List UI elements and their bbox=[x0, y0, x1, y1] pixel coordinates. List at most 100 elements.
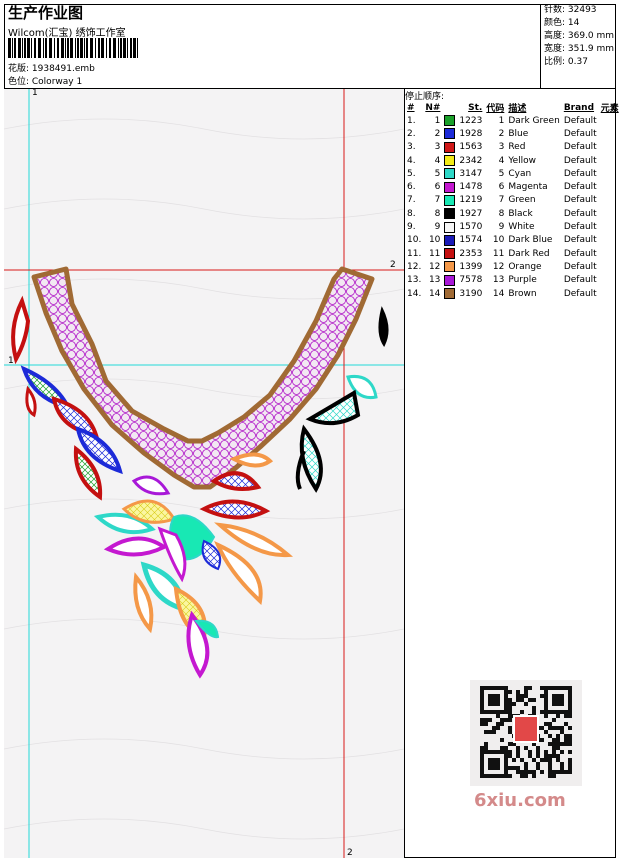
color-swatch bbox=[444, 168, 456, 180]
table-row: 9. 9 1570 9 White Default bbox=[405, 220, 620, 233]
row-code: 12 bbox=[492, 261, 505, 272]
row-idx: 12. bbox=[407, 261, 422, 272]
row-desc: Magenta bbox=[508, 182, 548, 193]
color-swatch bbox=[444, 155, 456, 167]
row-n: 6 bbox=[434, 182, 441, 193]
design-canvas[interactable]: 1 1 2 2 1 2 bbox=[4, 89, 404, 858]
embroidery-preview: 1 1 2 2 bbox=[4, 89, 404, 858]
row-st: 1478 bbox=[459, 182, 483, 193]
col-desc: 描述 bbox=[508, 104, 527, 114]
barcode bbox=[8, 38, 138, 58]
row-swatch bbox=[442, 234, 457, 247]
row-code: 8 bbox=[498, 208, 505, 219]
row-swatch bbox=[442, 114, 457, 127]
col-element: 元素 bbox=[600, 104, 619, 114]
row-desc: Cyan bbox=[508, 168, 532, 179]
row-idx: 4. bbox=[407, 155, 416, 166]
row-swatch bbox=[442, 247, 457, 260]
row-st: 3190 bbox=[459, 288, 483, 299]
watermark-text: 6xiu.com bbox=[474, 790, 566, 811]
row-brand: Default bbox=[563, 182, 597, 193]
thread-table: # N# St. 代码 描述 Brand 元素 1. 1 1223 1 Dark Gre… bbox=[405, 101, 620, 300]
row-n: 4 bbox=[434, 155, 441, 166]
row-element bbox=[599, 260, 620, 273]
color-swatch bbox=[444, 115, 456, 127]
row-st: 1570 bbox=[459, 222, 483, 233]
row-desc: Brown bbox=[508, 288, 537, 299]
row-n: 12 bbox=[428, 261, 441, 272]
row-n: 10 bbox=[428, 235, 441, 246]
row-code: 5 bbox=[498, 168, 505, 179]
row-brand: Default bbox=[563, 168, 597, 179]
row-element bbox=[599, 287, 620, 300]
row-desc: Red bbox=[508, 142, 526, 153]
row-element bbox=[599, 167, 620, 180]
row-element bbox=[599, 247, 620, 260]
table-row: 14. 14 3190 14 Brown Default bbox=[405, 287, 620, 300]
colorway-label: 色位: Colorway 1 bbox=[8, 77, 83, 87]
row-st: 2353 bbox=[459, 248, 483, 259]
row-swatch bbox=[442, 154, 457, 167]
row-idx: 10. bbox=[407, 235, 422, 246]
col-idx: # bbox=[407, 102, 415, 113]
row-idx: 2. bbox=[407, 128, 416, 139]
table-row: 2. 2 1928 2 Blue Default bbox=[405, 127, 620, 140]
svg-text:1: 1 bbox=[8, 356, 14, 366]
row-code: 2 bbox=[498, 128, 505, 139]
row-idx: 3. bbox=[407, 142, 416, 153]
row-st: 3147 bbox=[459, 168, 483, 179]
row-swatch bbox=[442, 220, 457, 233]
row-brand: Default bbox=[563, 128, 597, 139]
row-swatch bbox=[442, 207, 457, 220]
studio-subtitle: Wilcom(汇宝) 绣饰工作室 bbox=[8, 28, 126, 39]
row-idx: 13. bbox=[407, 275, 422, 286]
row-brand: Default bbox=[563, 222, 597, 233]
row-brand: Default bbox=[563, 208, 597, 219]
stitch-count: 针数: 32493 bbox=[544, 5, 597, 15]
row-st: 1928 bbox=[459, 128, 483, 139]
row-brand: Default bbox=[563, 261, 597, 272]
row-element bbox=[599, 234, 620, 247]
row-code: 4 bbox=[498, 155, 505, 166]
color-swatch bbox=[444, 248, 456, 260]
col-brand: Brand bbox=[563, 102, 595, 113]
row-n: 5 bbox=[434, 168, 441, 179]
row-swatch bbox=[442, 127, 457, 140]
design-scale: 比例: 0.37 bbox=[544, 57, 588, 67]
color-swatch bbox=[444, 208, 456, 220]
row-idx: 11. bbox=[407, 248, 422, 259]
table-row: 3. 3 1563 3 Red Default bbox=[405, 141, 620, 154]
table-header-row: # N# St. 代码 描述 Brand 元素 bbox=[405, 101, 620, 115]
row-n: 11 bbox=[428, 248, 441, 259]
color-swatch bbox=[444, 128, 456, 140]
row-code: 14 bbox=[492, 288, 505, 299]
row-code: 11 bbox=[492, 248, 505, 259]
row-idx: 14. bbox=[407, 288, 422, 299]
row-brand: Default bbox=[563, 235, 597, 246]
table-row: 12. 12 1399 12 Orange Default bbox=[405, 260, 620, 273]
row-desc: Orange bbox=[508, 261, 542, 272]
row-brand: Default bbox=[563, 115, 597, 126]
stats-panel: 针数: 32493 颜色: 14 高度: 369.0 mm 宽度: 351.9 … bbox=[540, 4, 616, 88]
color-swatch bbox=[444, 234, 456, 246]
row-n: 8 bbox=[434, 208, 441, 219]
row-element bbox=[599, 141, 620, 154]
row-idx: 9. bbox=[407, 222, 416, 233]
row-idx: 1. bbox=[407, 115, 416, 126]
row-code: 3 bbox=[498, 142, 505, 153]
col-n: N# bbox=[425, 102, 441, 113]
row-brand: Default bbox=[563, 288, 597, 299]
color-swatch bbox=[444, 261, 456, 273]
row-desc: Dark Red bbox=[508, 248, 550, 259]
row-element bbox=[599, 154, 620, 167]
row-desc: Purple bbox=[508, 275, 537, 286]
row-n: 1 bbox=[434, 115, 441, 126]
row-code: 10 bbox=[492, 235, 505, 246]
color-count: 颜色: 14 bbox=[544, 18, 580, 28]
row-code: 13 bbox=[492, 275, 505, 286]
row-st: 1223 bbox=[459, 115, 483, 126]
row-st: 1574 bbox=[459, 235, 483, 246]
table-row: 10. 10 1574 10 Dark Blue Default bbox=[405, 234, 620, 247]
row-st: 1927 bbox=[459, 208, 483, 219]
table-row: 8. 8 1927 8 Black Default bbox=[405, 207, 620, 220]
